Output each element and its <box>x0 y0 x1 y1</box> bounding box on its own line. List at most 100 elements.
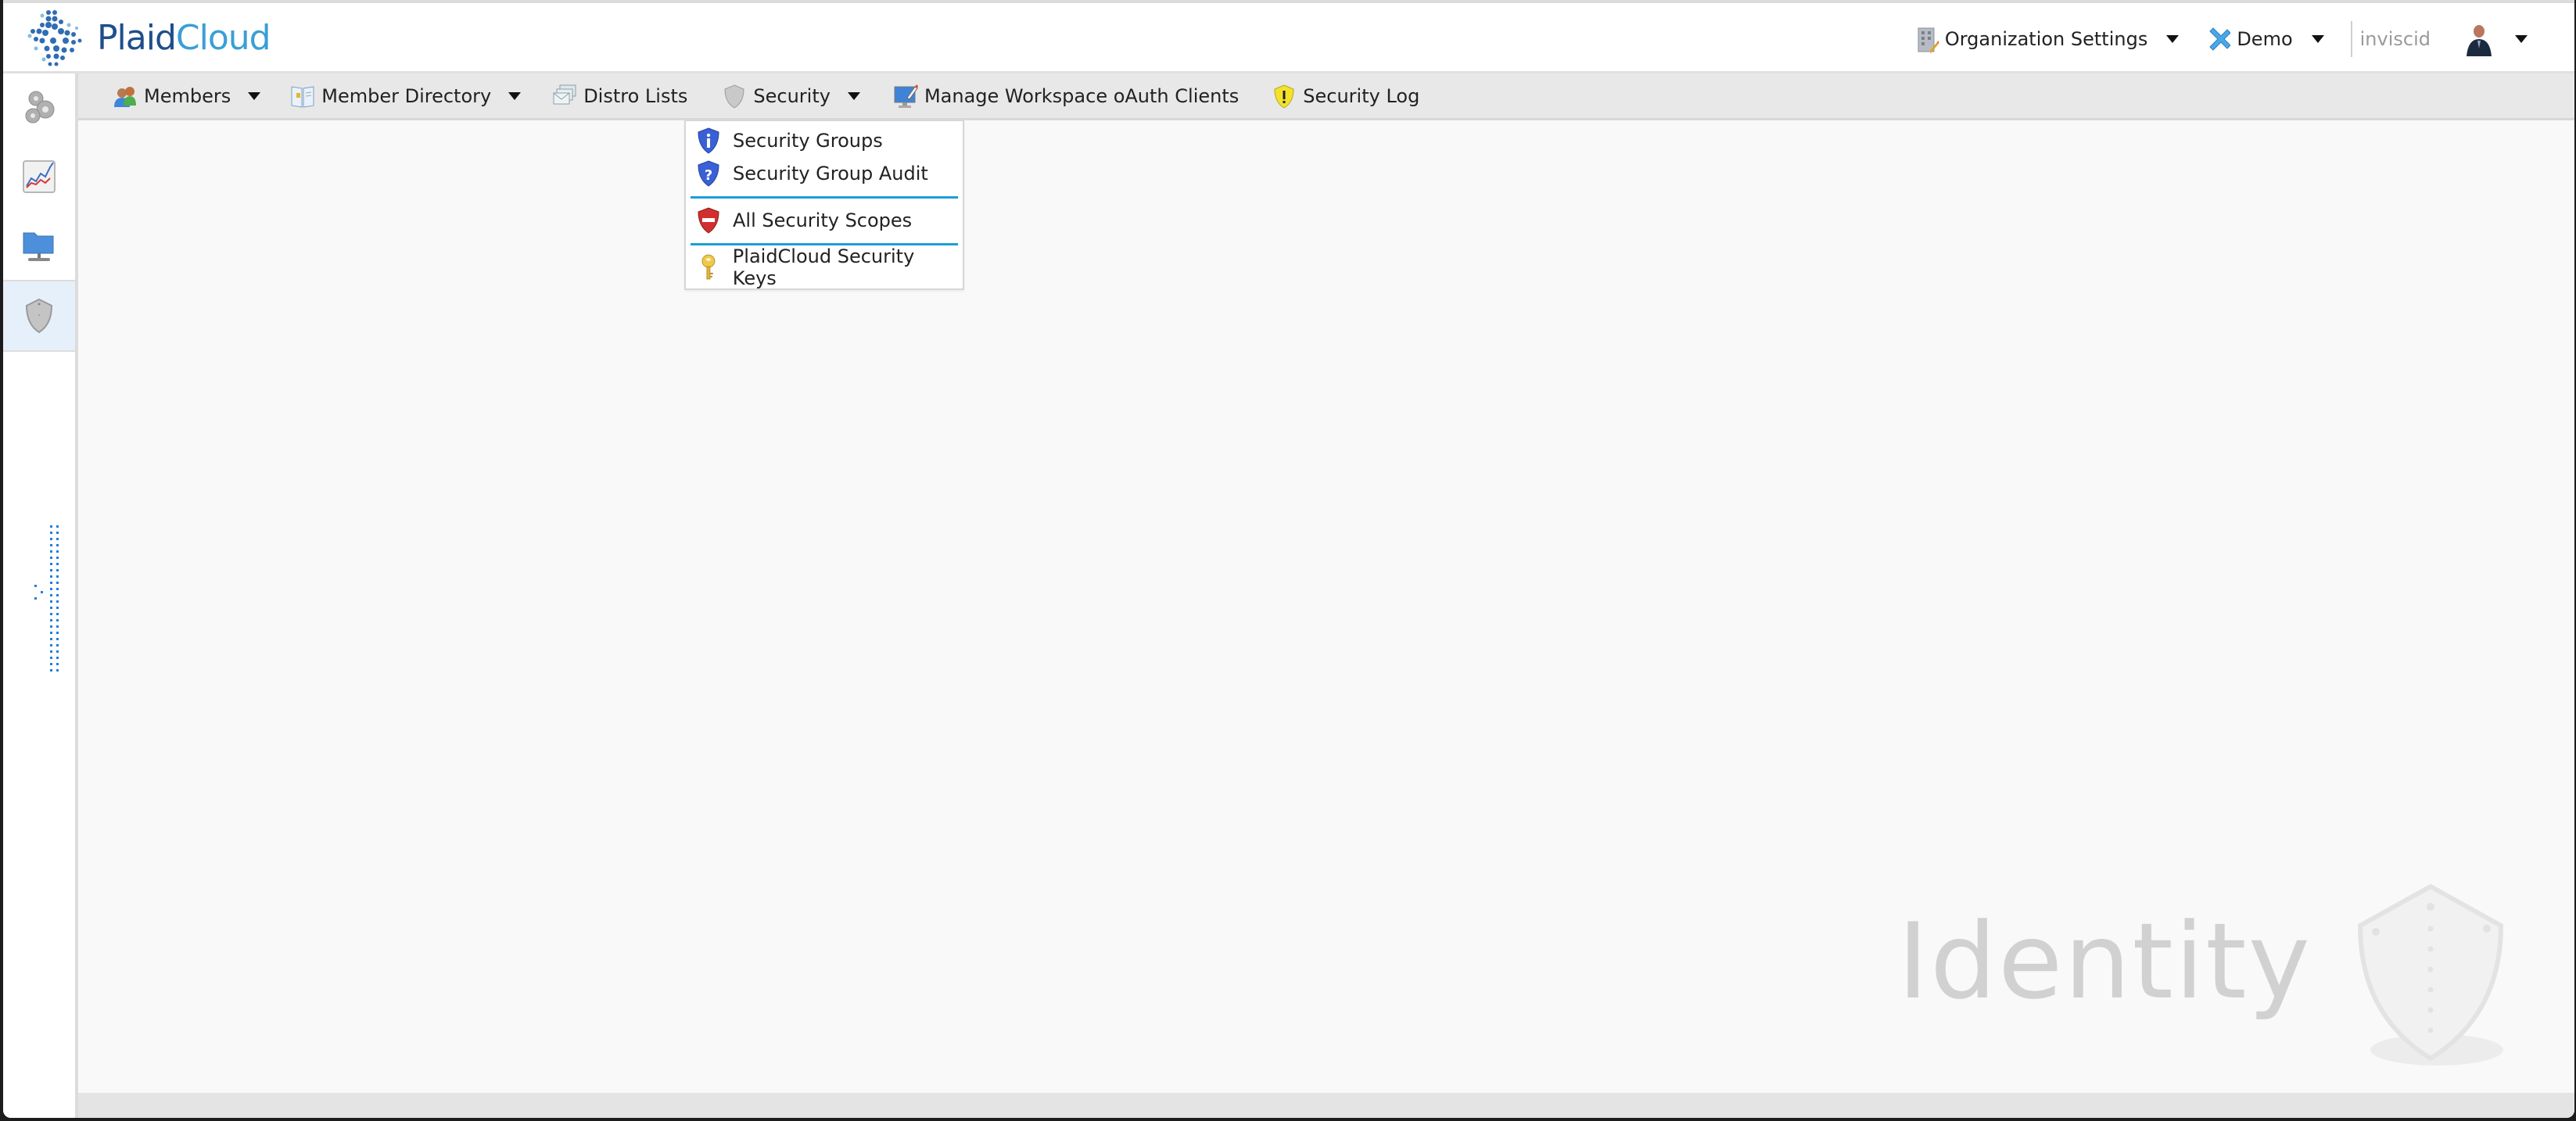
grip-dot <box>50 582 52 584</box>
menu-item-label: Security Groups <box>733 130 883 152</box>
grip-dot <box>56 638 59 640</box>
menu-item-all-security-scopes[interactable]: All Security Scopes <box>686 204 963 237</box>
grip-dot <box>56 663 59 665</box>
logo-text-plaid: Plaid <box>97 17 177 58</box>
grip-dot <box>56 657 59 659</box>
grip-dot <box>56 613 59 615</box>
grip-dot <box>56 644 59 646</box>
network-folder-icon <box>23 232 54 261</box>
building-edit-icon <box>1918 27 1939 53</box>
directory-book-icon <box>291 85 314 108</box>
menu-item-security-group-audit[interactable]: ? Security Group Audit <box>686 157 963 190</box>
grip-dot <box>56 525 59 528</box>
grip-dot <box>56 538 59 540</box>
org-settings-label: Organization Settings <box>1944 28 2148 50</box>
sidebar-item-analytics[interactable] <box>3 142 75 211</box>
shield-warning-icon <box>1274 84 1294 109</box>
toolbar-member-directory[interactable]: Member Directory <box>290 84 522 109</box>
grip-dot <box>56 625 59 628</box>
grip-dot <box>50 613 52 615</box>
grip-dot <box>50 557 52 559</box>
grip-dot <box>56 532 59 534</box>
user-avatar <box>2462 22 2496 56</box>
grip-dot <box>56 550 59 553</box>
shield-blocked-icon <box>698 207 719 234</box>
grip-dot <box>56 632 59 634</box>
workspace-menu[interactable]: Demo <box>2207 25 2324 53</box>
toolbar-security-log[interactable]: Security Log <box>1272 84 1419 109</box>
chevron-down-icon <box>508 91 522 100</box>
workspace-label: Demo <box>2237 28 2293 50</box>
plaidcloud-logo-icon <box>27 10 82 66</box>
grip-dot <box>56 600 59 603</box>
shield-icon <box>25 298 53 334</box>
grip-dot <box>50 532 52 534</box>
toolbar-members[interactable]: Members <box>113 84 261 109</box>
grip-dot <box>56 557 59 559</box>
shield-icon <box>724 84 744 109</box>
grip-dot <box>50 563 52 565</box>
chevron-down-icon <box>248 91 261 100</box>
user-name: inviscid <box>2359 28 2431 50</box>
menu-item-label: PlaidCloud Security Keys <box>732 245 915 289</box>
grip-dot <box>50 525 52 528</box>
svg-text:?: ? <box>705 167 712 184</box>
menu-item-security-groups[interactable]: Security Groups <box>686 124 963 157</box>
shield-question-icon: ? <box>698 160 719 187</box>
shield-watermark-icon <box>2357 883 2504 1065</box>
grip-dot <box>50 650 52 653</box>
toolbar-manage-oauth-clients[interactable]: Manage Workspace oAuth Clients <box>893 84 1239 109</box>
grip-dot <box>50 632 52 634</box>
menu-item-label: Security Group Audit <box>733 163 928 184</box>
toolbar: Members Member Directory Distro Lists Se… <box>78 73 2574 120</box>
grip-dot <box>50 625 52 628</box>
grip-dot <box>56 607 59 609</box>
user-menu[interactable] <box>2431 22 2528 56</box>
top-header: PlaidCloud Organization Settings Demo in… <box>3 0 2574 73</box>
toolbar-members-label: Members <box>144 84 231 107</box>
menu-item-plaidcloud-security-keys[interactable]: PlaidCloud Security Keys <box>686 245 963 289</box>
grip-dot <box>56 594 59 596</box>
grip-dot <box>50 588 52 590</box>
grip-dot <box>50 538 52 540</box>
grip-dot <box>56 582 59 584</box>
chevron-down-icon <box>847 91 860 100</box>
app-window: PlaidCloud Organization Settings Demo in… <box>3 0 2574 1118</box>
grip-dot <box>56 569 59 571</box>
org-settings-menu[interactable]: Organization Settings <box>1915 25 2180 53</box>
toolbar-manage-oauth-clients-label: Manage Workspace oAuth Clients <box>924 84 1240 107</box>
grip-dot <box>50 638 52 640</box>
status-bar <box>78 1093 2574 1118</box>
grip-dot <box>50 607 52 609</box>
chevron-down-icon <box>2311 35 2324 43</box>
grip-dot <box>56 588 59 590</box>
menu-separator <box>691 196 958 199</box>
grip-dot <box>50 657 52 659</box>
toolbar-security[interactable]: Security <box>722 84 860 109</box>
security-dropdown-menu: Security Groups ? Security Group Audit A… <box>684 120 964 290</box>
grip-dot <box>50 550 52 553</box>
key-icon <box>701 254 716 280</box>
logo-text: PlaidCloud <box>97 18 271 58</box>
toolbar-member-directory-label: Member Directory <box>321 84 492 107</box>
workspace-icon <box>2209 27 2231 51</box>
grip-dot <box>50 644 52 646</box>
grip-dot <box>56 544 59 546</box>
chevron-down-icon <box>2166 35 2180 43</box>
sidebar-resize-handle[interactable] <box>34 524 74 680</box>
sidebar-item-document[interactable] <box>3 211 75 280</box>
identity-watermark: Identity <box>1897 901 2312 1023</box>
plaidcloud-logo[interactable]: PlaidCloud <box>25 6 271 69</box>
grip-dot <box>56 619 59 621</box>
grip-dot <box>56 575 59 578</box>
sidebar-item-identity[interactable] <box>3 280 75 352</box>
shield-info-icon <box>698 127 719 154</box>
grip-dot <box>56 563 59 565</box>
toolbar-distro-lists[interactable]: Distro Lists <box>552 84 687 109</box>
sidebar-item-settings[interactable] <box>3 73 75 142</box>
grip-dot <box>50 569 52 571</box>
grip-dot <box>50 663 52 665</box>
toolbar-security-label: Security <box>753 84 831 107</box>
logo-text-cloud: Cloud <box>175 17 271 58</box>
grip-dot <box>50 600 52 603</box>
